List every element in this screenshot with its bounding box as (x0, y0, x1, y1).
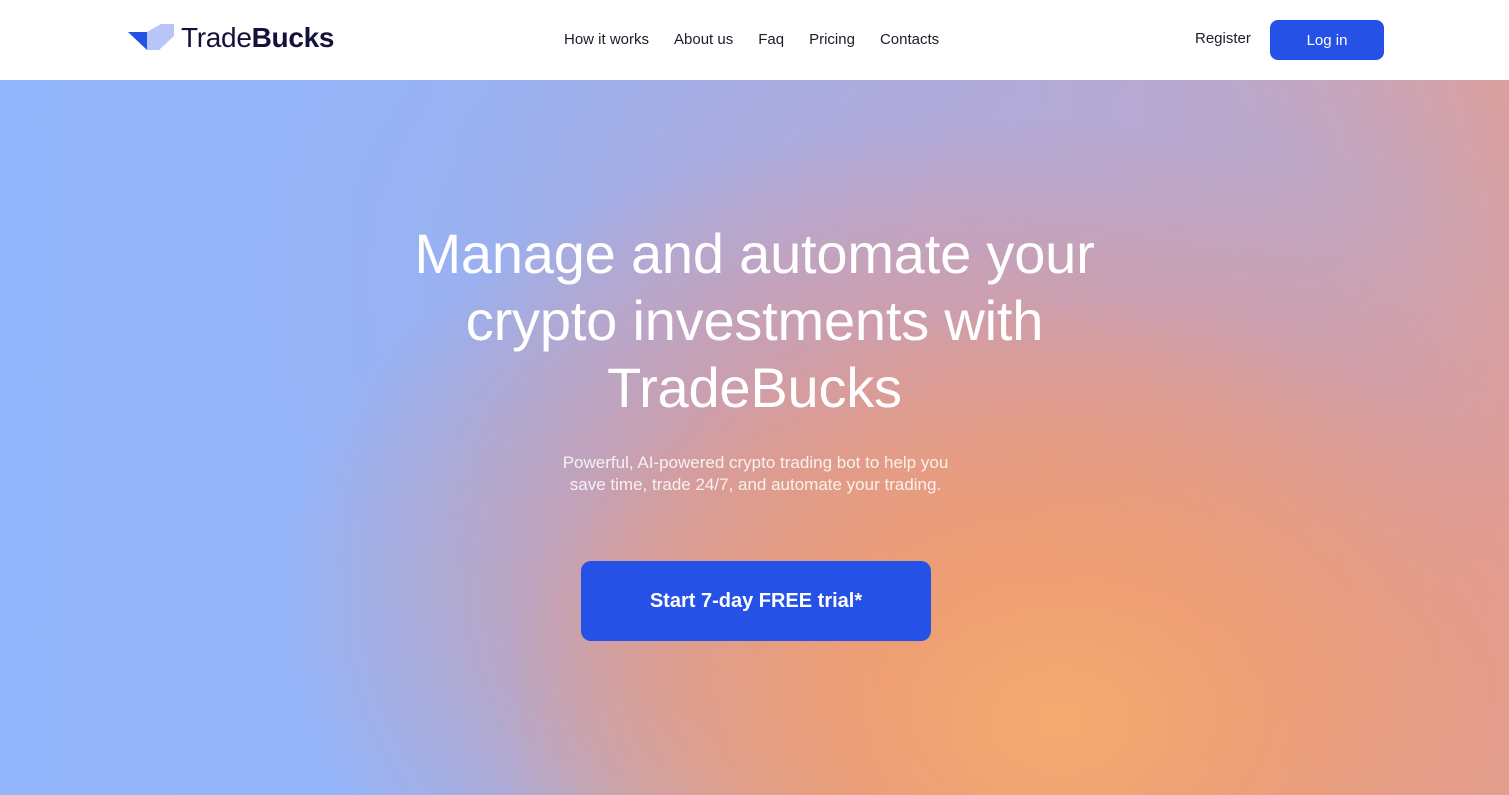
nav-pricing[interactable]: Pricing (809, 31, 855, 48)
hero-headline: Manage and automate your crypto investme… (0, 220, 1509, 421)
tradebucks-logo-icon (128, 24, 174, 50)
site-header: TradeBucks How it works About us Faq Pri… (0, 0, 1509, 80)
logo-wordmark: TradeBucks (181, 22, 335, 53)
hero-subline: Powerful, AI-powered crypto trading bot … (562, 453, 949, 494)
nav-contacts[interactable]: Contacts (880, 31, 939, 48)
nav-how-it-works[interactable]: How it works (564, 31, 649, 48)
hero-section: Manage and automate your crypto investme… (0, 80, 1509, 795)
logo-link[interactable]: TradeBucks (128, 22, 334, 54)
main-nav: How it works About us Faq Pricing Contac… (564, 28, 939, 50)
nav-about-us[interactable]: About us (674, 31, 733, 48)
login-button[interactable]: Log in (1270, 20, 1384, 60)
headline-line-3: TradeBucks (607, 356, 902, 419)
headline-line-1: Manage and automate your (414, 222, 1095, 285)
headline-line-2: crypto investments with (465, 289, 1044, 352)
nav-faq[interactable]: Faq (758, 31, 784, 48)
register-link[interactable]: Register (1195, 28, 1251, 50)
start-free-trial-button[interactable]: Start 7-day FREE trial* (581, 561, 931, 641)
